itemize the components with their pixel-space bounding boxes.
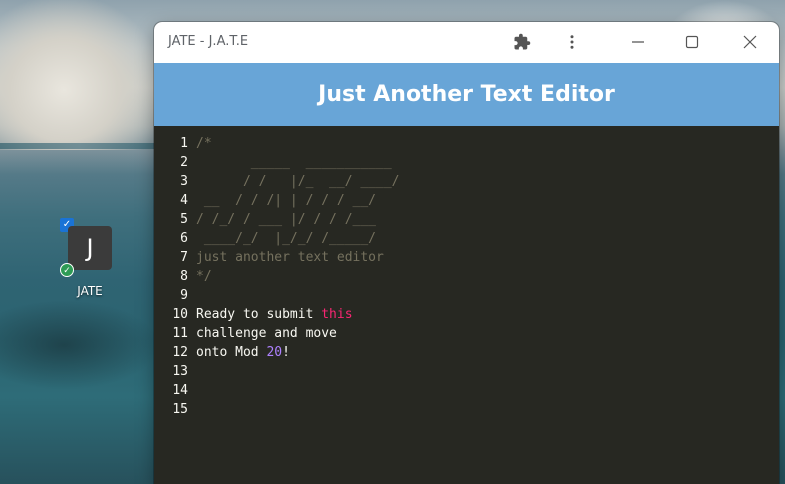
code-line[interactable]: /* — [196, 134, 779, 153]
code-token: just another text editor — [196, 250, 384, 265]
desktop-reflection — [0, 300, 160, 390]
code-line[interactable]: onto Mod 20! — [196, 343, 779, 362]
line-number: 15 — [172, 402, 188, 417]
code-line[interactable]: ____/_/ |_/_/ /_____/ — [196, 229, 779, 248]
puzzle-icon — [514, 33, 531, 50]
code-line[interactable]: / / |/_ __/ ____/ — [196, 172, 779, 191]
maximize-icon — [685, 35, 699, 49]
line-number: 9 — [180, 288, 188, 303]
app-title: Just Another Text Editor — [318, 82, 615, 107]
code-token: __ / / /| | / / / __/ — [196, 193, 377, 208]
more-options-button[interactable] — [558, 28, 586, 56]
desktop-shoreline — [0, 143, 160, 149]
line-number: 4 — [180, 193, 188, 208]
code-token: this — [321, 307, 353, 322]
editor-content[interactable]: /* _____ ___________ / / |/_ __/ ____/ _… — [196, 134, 779, 419]
line-number: 8 — [180, 269, 188, 284]
desktop-mountain — [0, 0, 160, 150]
code-line[interactable] — [196, 362, 779, 381]
line-number: 14 — [172, 383, 188, 398]
code-line[interactable] — [196, 286, 779, 305]
code-token: Ready to submit — [196, 307, 322, 322]
code-line[interactable] — [196, 400, 779, 419]
code-line[interactable]: Ready to submit this — [196, 305, 779, 324]
line-number-gutter: 1 2 3 4 5 6 7 8 9 10 11 12 13 14 15 — [154, 134, 188, 419]
app-window: JATE - J.A.T.E Just Another Text Editor … — [154, 22, 779, 484]
close-button[interactable] — [736, 28, 764, 56]
code-line[interactable]: __ / / /| | / / / __/ — [196, 191, 779, 210]
code-token: _____ ___________ — [196, 155, 392, 170]
line-number: 10 — [172, 307, 188, 322]
code-line[interactable]: / /_/ / ___ |/ / / /___ — [196, 210, 779, 229]
extensions-button[interactable] — [508, 28, 536, 56]
window-title: JATE - J.A.T.E — [168, 34, 249, 49]
code-token: / /_/ / ___ |/ / / /___ — [196, 212, 377, 227]
code-token: challenge and move — [196, 326, 337, 341]
line-number: 1 — [180, 136, 188, 151]
code-token: 20 — [266, 345, 283, 360]
code-line[interactable] — [196, 381, 779, 400]
maximize-button[interactable] — [678, 28, 706, 56]
code-token: /* — [196, 136, 212, 151]
code-line[interactable]: */ — [196, 267, 779, 286]
code-token: ____/_/ |_/_/ /_____/ — [196, 231, 377, 246]
code-token: */ — [196, 269, 212, 284]
minimize-icon — [632, 41, 644, 43]
code-line[interactable]: challenge and move — [196, 324, 779, 343]
window-titlebar[interactable]: JATE - J.A.T.E — [154, 22, 779, 63]
desktop-app-shortcut-jate[interactable]: ✓ J ✓ JATE — [58, 218, 122, 308]
line-number: 12 — [172, 345, 188, 360]
minimize-button[interactable] — [624, 28, 652, 56]
line-number: 11 — [172, 326, 188, 341]
line-number: 13 — [172, 364, 188, 379]
app-icon[interactable]: J — [68, 226, 112, 270]
more-vertical-icon — [570, 35, 574, 49]
code-line[interactable]: just another text editor — [196, 248, 779, 267]
line-number: 5 — [180, 212, 188, 227]
app-header: Just Another Text Editor — [154, 63, 779, 126]
desktop-icon-label: JATE — [77, 284, 103, 298]
code-line[interactable]: _____ ___________ — [196, 153, 779, 172]
line-number: 3 — [180, 174, 188, 189]
code-token: ! — [282, 345, 290, 360]
line-number: 7 — [180, 250, 188, 265]
code-token: onto Mod — [196, 345, 267, 360]
code-token: / / |/_ __/ ____/ — [196, 174, 400, 189]
close-icon — [743, 35, 757, 49]
sync-status-icon: ✓ — [60, 263, 74, 277]
code-editor[interactable]: 1 2 3 4 5 6 7 8 9 10 11 12 13 14 15 /* _____ _________… — [154, 126, 779, 484]
line-number: 6 — [180, 231, 188, 246]
line-number: 2 — [180, 155, 188, 170]
